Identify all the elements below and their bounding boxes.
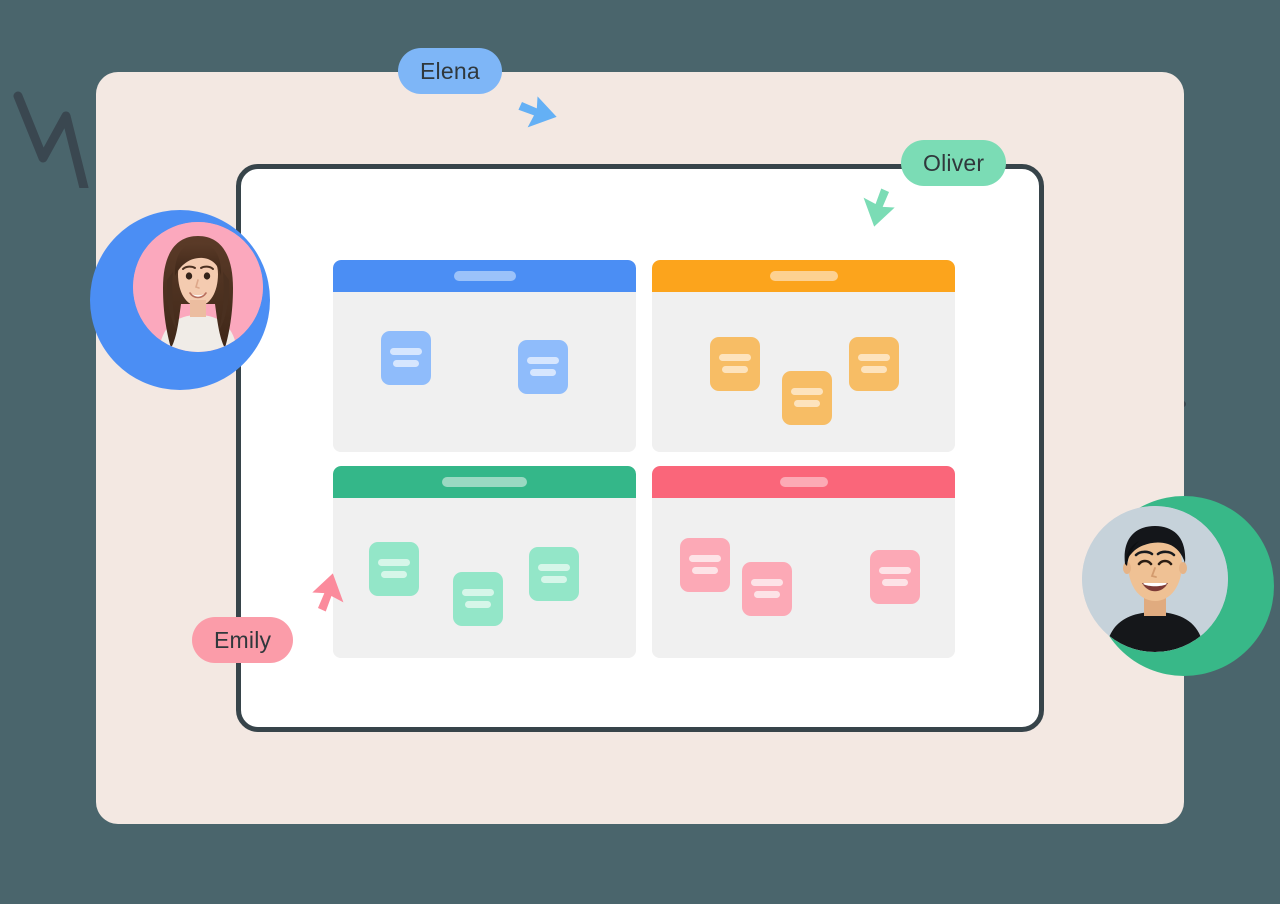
tile-line [692, 567, 718, 574]
column-title-placeholder [779, 477, 828, 487]
column-title-placeholder [442, 477, 527, 487]
column-body-green [333, 498, 636, 658]
column-header-orange [652, 260, 955, 292]
name-pill-label: Elena [420, 57, 480, 84]
task-tile[interactable] [782, 371, 832, 425]
task-tile[interactable] [742, 562, 792, 616]
tile-line [861, 366, 887, 373]
column-title-placeholder [453, 271, 516, 281]
app-window [236, 164, 1044, 732]
tile-line [791, 388, 823, 395]
task-tile[interactable] [680, 538, 730, 592]
column-header-green [333, 466, 636, 498]
name-pill-emily[interactable]: Emily [192, 617, 294, 663]
task-tile[interactable] [870, 550, 920, 604]
column-header-blue [333, 260, 636, 292]
task-tile[interactable] [710, 337, 760, 391]
tile-line [530, 369, 556, 376]
tile-line [882, 579, 908, 586]
column-body-orange [652, 292, 955, 452]
tile-line [794, 400, 820, 407]
tile-line [390, 348, 422, 355]
tile-line [858, 354, 890, 361]
zigzag-doodle [4, 78, 104, 193]
tile-line [722, 366, 748, 373]
tile-line [754, 591, 780, 598]
column-orange[interactable] [652, 260, 955, 452]
tile-line [689, 555, 721, 562]
column-green[interactable] [333, 466, 636, 658]
tile-line [462, 589, 494, 596]
tile-line [751, 579, 783, 586]
column-body-blue [333, 292, 636, 452]
tile-line [879, 567, 911, 574]
tile-line [719, 354, 751, 361]
name-pill-oliver[interactable]: Oliver [901, 140, 1007, 186]
tile-line [378, 559, 410, 566]
tile-line [465, 601, 491, 608]
tile-line [541, 576, 567, 583]
task-tile[interactable] [529, 547, 579, 601]
task-tile[interactable] [381, 331, 431, 385]
task-tile[interactable] [849, 337, 899, 391]
illustration-scene: Elena Oliver Emily [0, 0, 1280, 904]
name-pill-elena[interactable]: Elena [398, 48, 502, 94]
column-title-placeholder [769, 271, 838, 281]
column-pink[interactable] [652, 466, 955, 658]
column-blue[interactable] [333, 260, 636, 452]
name-pill-label: Emily [214, 626, 272, 653]
kanban-board [333, 260, 955, 658]
tile-line [527, 357, 559, 364]
tile-line [538, 564, 570, 571]
name-pill-label: Oliver [923, 149, 985, 176]
task-tile[interactable] [369, 542, 419, 596]
tile-line [381, 571, 407, 578]
task-tile[interactable] [518, 340, 568, 394]
column-header-pink [652, 466, 955, 498]
task-tile[interactable] [453, 572, 503, 626]
tile-line [393, 360, 419, 367]
column-body-pink [652, 498, 955, 658]
